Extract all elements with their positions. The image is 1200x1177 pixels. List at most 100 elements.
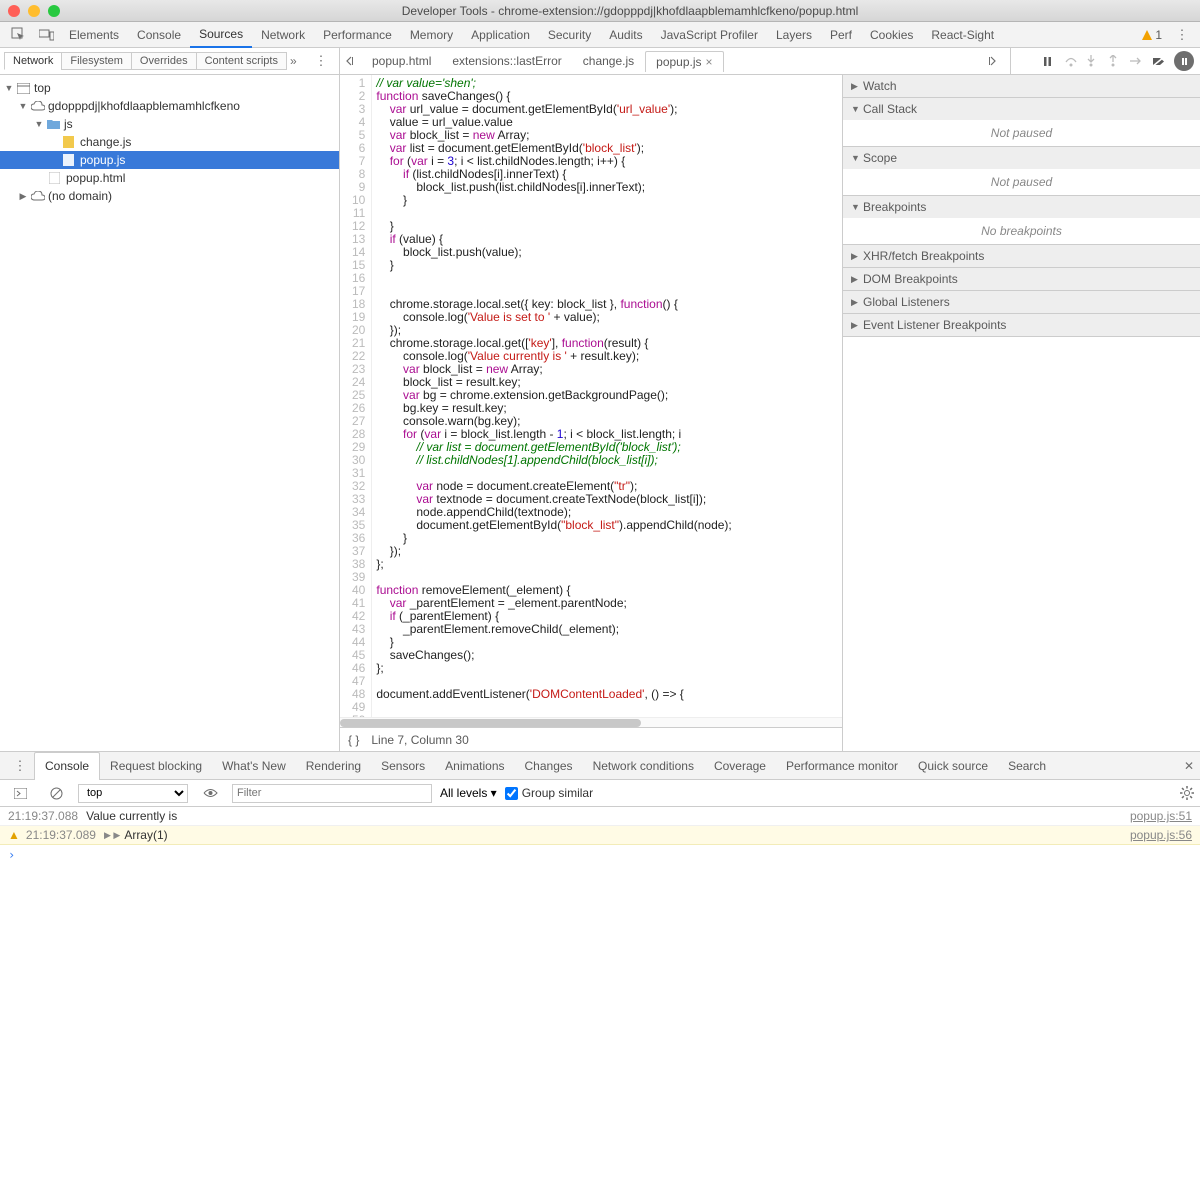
step-over-icon[interactable] bbox=[1064, 56, 1082, 67]
main-tab-layers[interactable]: Layers bbox=[767, 22, 821, 48]
watch-section[interactable]: ▶Watch bbox=[843, 75, 1200, 97]
minimize-icon[interactable] bbox=[28, 5, 40, 17]
context-select[interactable]: top bbox=[78, 784, 188, 803]
subtab-content-scripts[interactable]: Content scripts bbox=[196, 52, 287, 70]
group-similar-checkbox[interactable]: Group similar bbox=[505, 784, 593, 803]
tree-file-popup-js[interactable]: popup.js bbox=[0, 151, 339, 169]
main-tab-cookies[interactable]: Cookies bbox=[861, 22, 922, 48]
format-icon[interactable]: { } bbox=[348, 733, 359, 747]
tree-top[interactable]: ▼top bbox=[0, 79, 339, 97]
close-icon[interactable] bbox=[8, 5, 20, 17]
main-tab-javascript-profiler[interactable]: JavaScript Profiler bbox=[652, 22, 767, 48]
clear-console-icon[interactable] bbox=[48, 785, 64, 801]
prev-file-icon[interactable] bbox=[344, 56, 362, 66]
window-icon bbox=[17, 83, 31, 94]
main-tab-audits[interactable]: Audits bbox=[600, 22, 651, 48]
drawer-tab-animations[interactable]: Animations bbox=[435, 752, 514, 780]
log-message: Value currently is bbox=[86, 809, 1130, 823]
main-tabs: ElementsConsoleSourcesNetworkPerformance… bbox=[0, 22, 1200, 48]
next-file-icon[interactable] bbox=[988, 56, 1006, 66]
drawer-tab-sensors[interactable]: Sensors bbox=[371, 752, 435, 780]
main-tab-react-sight[interactable]: React-Sight bbox=[922, 22, 1003, 48]
drawer-tab-network-conditions[interactable]: Network conditions bbox=[583, 752, 704, 780]
kebab-icon[interactable]: ⋮ bbox=[313, 53, 329, 69]
pause-on-exceptions-icon[interactable] bbox=[1174, 51, 1194, 71]
main-tab-console[interactable]: Console bbox=[128, 22, 190, 48]
gear-icon[interactable] bbox=[1180, 786, 1194, 800]
console-line[interactable]: 21:19:37.088Value currently ispopup.js:5… bbox=[0, 807, 1200, 826]
drawer-tab-request-blocking[interactable]: Request blocking bbox=[100, 752, 212, 780]
status-bar: { } Line 7, Column 30 bbox=[340, 727, 842, 751]
tree-extension[interactable]: ▼gdopppdj|khofdlaapblemamhlcfkeno bbox=[0, 97, 339, 115]
file-tab-popup-js[interactable]: popup.js× bbox=[645, 51, 723, 72]
subtab-overrides[interactable]: Overrides bbox=[131, 52, 197, 70]
pause-icon[interactable] bbox=[1042, 56, 1060, 67]
filter-input[interactable] bbox=[232, 784, 432, 803]
window-titlebar: Developer Tools - chrome-extension://gdo… bbox=[0, 0, 1200, 22]
subtab-filesystem[interactable]: Filesystem bbox=[61, 52, 132, 70]
main-tab-performance[interactable]: Performance bbox=[314, 22, 401, 48]
main-tab-security[interactable]: Security bbox=[539, 22, 600, 48]
log-source[interactable]: popup.js:56 bbox=[1130, 828, 1192, 842]
expand-icon[interactable]: ▶ ▶ bbox=[104, 830, 120, 841]
dom-breakpoints-section[interactable]: ▶DOM Breakpoints bbox=[843, 268, 1200, 290]
more-icon[interactable]: ⋮ bbox=[1174, 27, 1190, 43]
event-breakpoints-section[interactable]: ▶Event Listener Breakpoints bbox=[843, 314, 1200, 336]
drawer-tab-search[interactable]: Search bbox=[998, 752, 1056, 780]
breakpoints-section[interactable]: ▼Breakpoints bbox=[843, 196, 1200, 218]
log-source[interactable]: popup.js:51 bbox=[1130, 809, 1192, 823]
main-tab-network[interactable]: Network bbox=[252, 22, 314, 48]
device-icon[interactable] bbox=[38, 27, 54, 43]
drawer-tab-performance-monitor[interactable]: Performance monitor bbox=[776, 752, 908, 780]
main-tab-elements[interactable]: Elements bbox=[60, 22, 128, 48]
file-tab-change-js[interactable]: change.js bbox=[573, 51, 645, 71]
main-tab-perf[interactable]: Perf bbox=[821, 22, 861, 48]
global-listeners-section[interactable]: ▶Global Listeners bbox=[843, 291, 1200, 313]
close-drawer-icon[interactable]: ✕ bbox=[1184, 759, 1194, 773]
file-tab-popup-html[interactable]: popup.html bbox=[362, 51, 442, 71]
file-tab-extensions-lasterror[interactable]: extensions::lastError bbox=[442, 51, 572, 71]
step-icon[interactable] bbox=[1130, 56, 1148, 66]
step-into-icon[interactable] bbox=[1086, 55, 1104, 67]
cursor-position: Line 7, Column 30 bbox=[371, 733, 468, 747]
warning-count[interactable]: 1 bbox=[1141, 28, 1162, 42]
drawer-tab-rendering[interactable]: Rendering bbox=[296, 752, 371, 780]
scope-section[interactable]: ▼Scope bbox=[843, 147, 1200, 169]
levels-select[interactable]: All levels ▾ bbox=[440, 786, 497, 800]
execute-icon[interactable] bbox=[12, 785, 28, 801]
more-subtabs-icon[interactable]: » bbox=[290, 54, 297, 68]
tree-file-popup-html[interactable]: popup.html bbox=[0, 169, 339, 187]
drawer-tab-what-s-new[interactable]: What's New bbox=[212, 752, 296, 780]
js-file-icon bbox=[63, 136, 77, 148]
drawer-kebab-icon[interactable]: ⋮ bbox=[12, 758, 28, 774]
cloud-icon bbox=[31, 101, 45, 111]
drawer-tab-changes[interactable]: Changes bbox=[515, 752, 583, 780]
main-tab-application[interactable]: Application bbox=[462, 22, 539, 48]
drawer-tab-console[interactable]: Console bbox=[34, 752, 100, 780]
close-tab-icon[interactable]: × bbox=[706, 55, 713, 69]
log-message: Array(1) bbox=[124, 828, 1130, 842]
tree-folder-js[interactable]: ▼js bbox=[0, 115, 339, 133]
deactivate-breakpoints-icon[interactable] bbox=[1152, 56, 1170, 67]
zoom-icon[interactable] bbox=[48, 5, 60, 17]
log-timestamp: 21:19:37.089 bbox=[26, 828, 96, 842]
horizontal-scrollbar[interactable] bbox=[340, 717, 842, 727]
tree-no-domain[interactable]: ▶(no domain) bbox=[0, 187, 339, 205]
console-prompt[interactable]: › bbox=[0, 845, 1200, 865]
drawer-tab-coverage[interactable]: Coverage bbox=[704, 752, 776, 780]
drawer-tabs: ⋮ ConsoleRequest blockingWhat's NewRende… bbox=[0, 752, 1200, 780]
main-tab-sources[interactable]: Sources bbox=[190, 22, 252, 48]
callstack-section[interactable]: ▼Call Stack bbox=[843, 98, 1200, 120]
drawer-tab-quick-source[interactable]: Quick source bbox=[908, 752, 998, 780]
step-out-icon[interactable] bbox=[1108, 55, 1126, 67]
subtab-network[interactable]: Network bbox=[4, 52, 62, 70]
main-tab-memory[interactable]: Memory bbox=[401, 22, 462, 48]
line-gutter[interactable]: 1234567891011121314151617181920212223242… bbox=[340, 75, 372, 717]
code-area[interactable]: // var value='shen';function saveChanges… bbox=[372, 75, 842, 717]
tree-file-change-js[interactable]: change.js bbox=[0, 133, 339, 151]
code-editor: 1234567891011121314151617181920212223242… bbox=[340, 75, 843, 751]
inspect-icon[interactable] bbox=[10, 27, 26, 43]
eye-icon[interactable] bbox=[202, 785, 218, 801]
console-line[interactable]: ▲21:19:37.089▶ ▶Array(1)popup.js:56 bbox=[0, 826, 1200, 845]
xhr-breakpoints-section[interactable]: ▶XHR/fetch Breakpoints bbox=[843, 245, 1200, 267]
